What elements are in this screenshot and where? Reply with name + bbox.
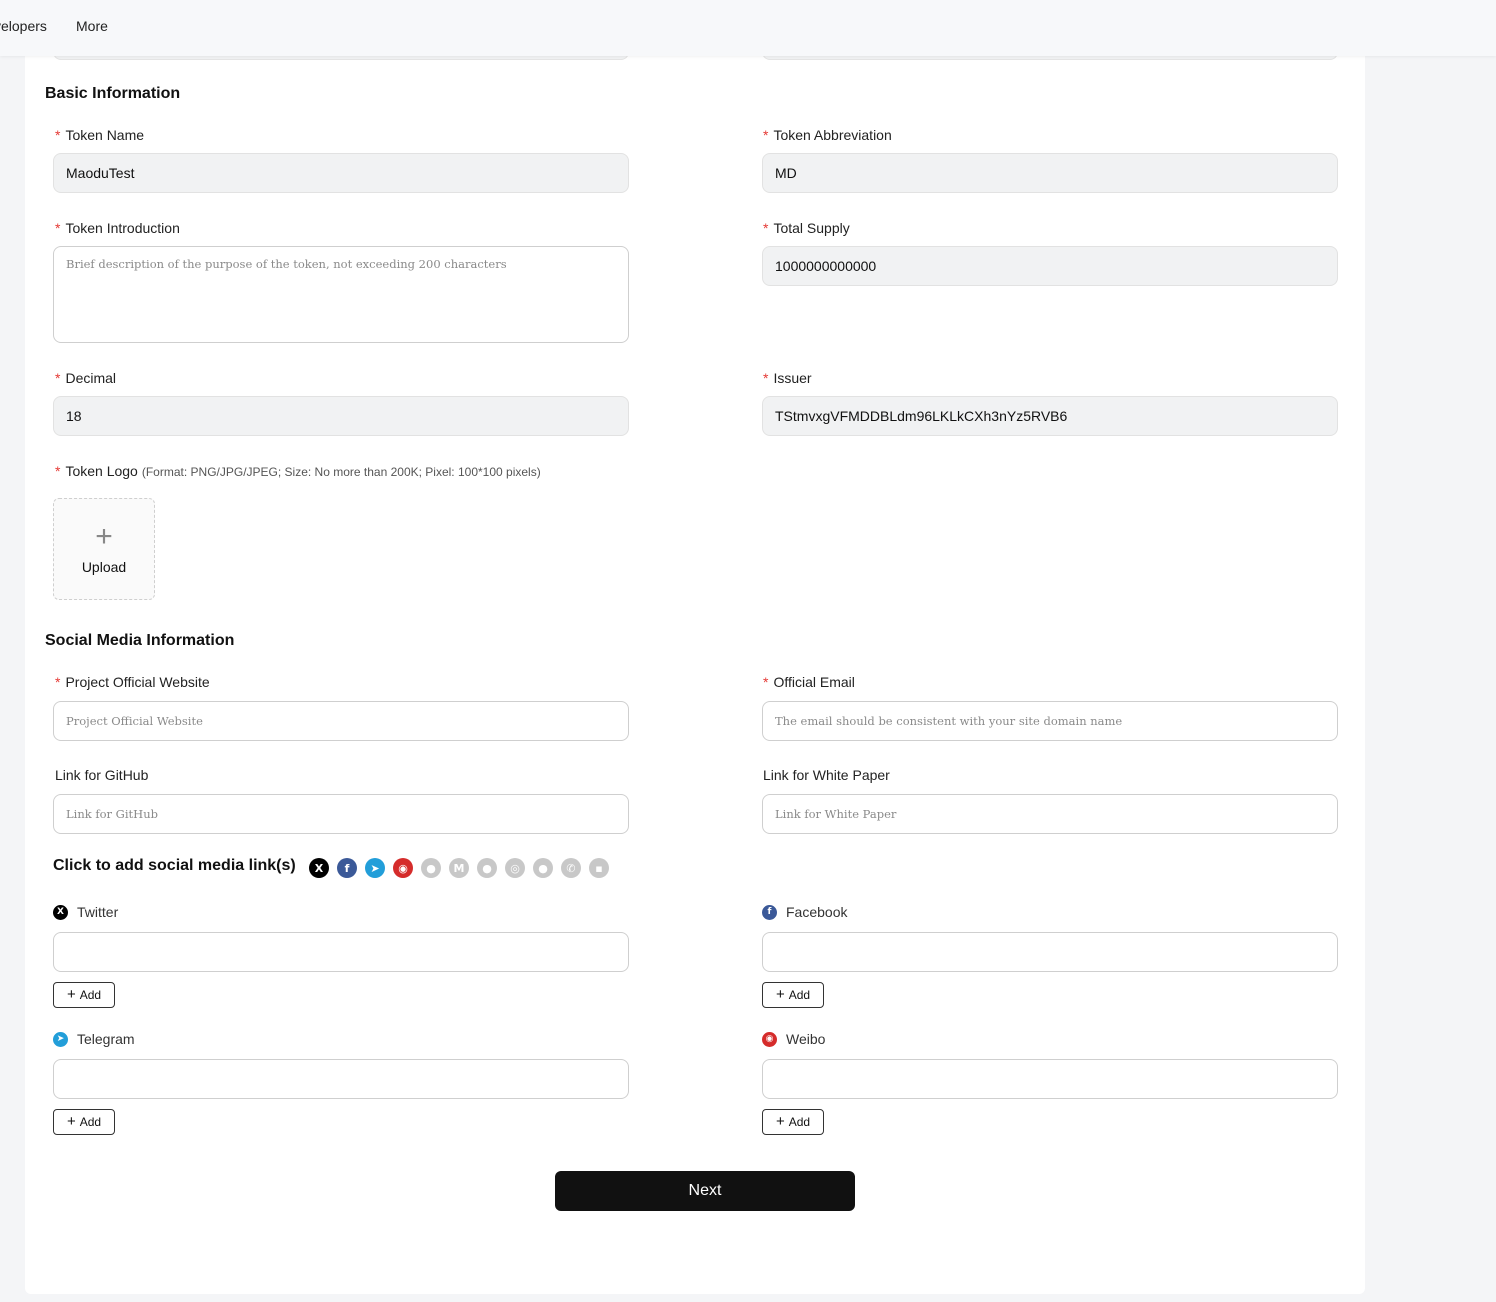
twitter-label: X Twitter: [53, 904, 118, 920]
telegram-icon[interactable]: ➤: [365, 858, 385, 878]
weibo-icon[interactable]: ◉: [393, 858, 413, 878]
logo-upload-button[interactable]: + Upload: [53, 498, 155, 600]
nav-item-more[interactable]: More: [76, 18, 108, 34]
token-logo-hint: (Format: PNG/JPG/JPEG; Size: No more tha…: [141, 465, 541, 479]
issuer-label: * Issuer: [763, 370, 812, 386]
facebook-icon[interactable]: f: [337, 858, 357, 878]
official-email-label: * Official Email: [763, 674, 855, 690]
medium-icon[interactable]: M: [449, 858, 469, 878]
next-button[interactable]: Next: [555, 1171, 855, 1211]
facebook-add-button[interactable]: + Add: [762, 982, 824, 1008]
social-media-information-title: Social Media Information: [45, 632, 235, 649]
token-abbreviation-label: * Token Abbreviation: [763, 127, 892, 143]
weibo-add-button[interactable]: + Add: [762, 1109, 824, 1135]
plus-icon: +: [775, 1113, 785, 1130]
facebook-input[interactable]: [762, 932, 1338, 972]
weibo-label: ◉ Weibo: [762, 1031, 825, 1047]
weibo-input[interactable]: [762, 1059, 1338, 1099]
facebook-icon: f: [762, 904, 777, 920]
basic-information-title: Basic Information: [45, 85, 181, 102]
form-card: [25, 56, 1365, 1294]
github-link-label: Link for GitHub: [55, 767, 149, 783]
plus-icon: +: [66, 1113, 76, 1130]
reddit-icon[interactable]: ●: [421, 858, 441, 878]
github-icon[interactable]: ●: [477, 858, 497, 878]
total-supply-label: * Total Supply: [763, 220, 850, 236]
upload-label: Upload: [81, 559, 127, 575]
telegram-label: ➤ Telegram: [53, 1031, 135, 1047]
wechat-icon[interactable]: ●: [533, 858, 553, 878]
discord-icon[interactable]: ▪: [589, 858, 609, 878]
decimal-input[interactable]: 18: [53, 396, 629, 436]
twitter-input[interactable]: [53, 932, 629, 972]
top-navigation: velopers More: [0, 0, 1496, 56]
github-link-input[interactable]: Link for GitHub: [53, 794, 629, 834]
add-social-links-title: Click to add social media link(s): [53, 857, 296, 874]
social-icon-picker: Xf ➤ ◉ ● M ● ◎ ● ✆ ▪: [309, 858, 609, 878]
x-icon[interactable]: X: [309, 858, 329, 878]
project-website-input[interactable]: Project Official Website: [53, 701, 629, 741]
token-logo-label: * Token Logo (Format: PNG/JPG/JPEG; Size: …: [55, 463, 541, 479]
white-paper-link-label: Link for White Paper: [763, 767, 890, 783]
plus-icon: +: [775, 986, 785, 1003]
facebook-label: f Facebook: [762, 904, 847, 920]
white-paper-link-input[interactable]: Link for White Paper: [762, 794, 1338, 834]
token-name-label: * Token Name: [55, 127, 145, 143]
plus-icon: +: [66, 986, 76, 1003]
telegram-add-button[interactable]: + Add: [53, 1109, 115, 1135]
x-icon: X: [53, 904, 68, 920]
telegram-input[interactable]: [53, 1059, 629, 1099]
token-name-input[interactable]: MaoduTest: [53, 153, 629, 193]
token-abbreviation-input[interactable]: MD: [762, 153, 1338, 193]
official-email-input[interactable]: The email should be consistent with your…: [762, 701, 1338, 741]
plus-icon: +: [95, 520, 113, 553]
telegram-icon: ➤: [53, 1031, 68, 1047]
token-introduction-textarea[interactable]: Brief description of the purpose of the …: [53, 246, 629, 343]
nav-item-developers[interactable]: velopers: [0, 18, 47, 34]
twitter-add-button[interactable]: + Add: [53, 982, 115, 1008]
issuer-input[interactable]: TStmvxgVFMDDBLdm96LKLkCXh3nYz5RVB6: [762, 396, 1338, 436]
instagram-icon[interactable]: ◎: [505, 858, 525, 878]
weibo-icon: ◉: [762, 1031, 777, 1047]
total-supply-input[interactable]: 1000000000000: [762, 246, 1338, 286]
project-website-label: * Project Official Website: [55, 674, 210, 690]
whatsapp-icon[interactable]: ✆: [561, 858, 581, 878]
decimal-label: * Decimal: [55, 370, 117, 386]
token-introduction-label: * Token Introduction: [55, 220, 180, 236]
